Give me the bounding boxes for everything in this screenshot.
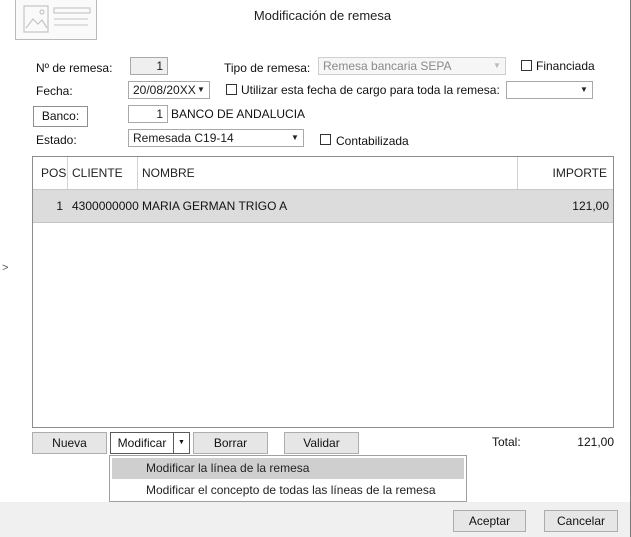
chevron-down-icon: ▼ bbox=[493, 61, 501, 70]
lines-grid[interactable]: POS CLIENTE NOMBRE IMPORTE 1 4300000000 … bbox=[32, 156, 614, 428]
financiada-label: Financiada bbox=[536, 59, 595, 73]
cell-importe: 121,00 bbox=[572, 199, 609, 213]
dialog-title: Modificación de remesa bbox=[253, 8, 392, 23]
chevron-down-icon[interactable]: ▼ bbox=[193, 82, 209, 98]
contabilizada-label: Contabilizada bbox=[336, 134, 409, 148]
aceptar-button[interactable]: Aceptar bbox=[453, 510, 526, 532]
dialog-footer bbox=[0, 502, 630, 537]
chevron-down-icon[interactable]: ▼ bbox=[287, 130, 303, 146]
total-value: 121,00 bbox=[577, 435, 614, 449]
validar-button[interactable]: Validar bbox=[284, 432, 359, 454]
estado-select[interactable]: Remesada C19-14 ▼ bbox=[128, 129, 304, 147]
chevron-right-icon[interactable]: > bbox=[2, 262, 8, 274]
column-divider[interactable] bbox=[517, 157, 518, 189]
banco-code-field[interactable]: 1 bbox=[128, 105, 168, 123]
cell-cliente: 4300000000 bbox=[72, 199, 139, 213]
nueva-button[interactable]: Nueva bbox=[32, 432, 107, 454]
table-row[interactable]: 1 4300000000 MARIA GERMAN TRIGO A 121,00 bbox=[33, 190, 613, 223]
utilizar-fecha-select[interactable]: ▼ bbox=[506, 81, 593, 99]
modificar-menu: Modificar la línea de la remesa Modifica… bbox=[109, 455, 467, 502]
utilizar-fecha-checkbox[interactable] bbox=[226, 84, 237, 95]
column-divider[interactable] bbox=[67, 157, 68, 189]
num-remesa-field[interactable]: 1 bbox=[130, 57, 168, 75]
chevron-down-icon[interactable]: ▼ bbox=[576, 82, 592, 98]
menu-item-modificar-concepto[interactable]: Modificar el concepto de todas las línea… bbox=[112, 480, 464, 501]
borrar-button[interactable]: Borrar bbox=[193, 432, 268, 454]
utilizar-fecha-label: Utilizar esta fecha de cargo para toda l… bbox=[241, 83, 500, 97]
estado-label: Estado: bbox=[36, 133, 77, 147]
tipo-remesa-label: Tipo de remesa: bbox=[224, 61, 311, 75]
modificar-button[interactable]: Modificar bbox=[110, 432, 174, 454]
contabilizada-checkbox[interactable] bbox=[320, 134, 331, 145]
num-remesa-label: Nº de remesa: bbox=[36, 61, 113, 75]
cancelar-button[interactable]: Cancelar bbox=[544, 510, 618, 532]
cell-nombre: MARIA GERMAN TRIGO A bbox=[142, 199, 288, 213]
tipo-remesa-select: Remesa bancaria SEPA ▼ bbox=[318, 57, 506, 75]
column-header-importe[interactable]: IMPORTE bbox=[553, 166, 607, 180]
tipo-remesa-value: Remesa bancaria SEPA bbox=[323, 59, 452, 73]
cell-pos: 1 bbox=[56, 199, 63, 213]
modificar-dropdown-button[interactable]: ▼ bbox=[173, 432, 190, 454]
fecha-label: Fecha: bbox=[36, 84, 73, 98]
fecha-picker[interactable]: 20/08/20XX ▼ bbox=[128, 81, 210, 99]
menu-item-modificar-linea[interactable]: Modificar la línea de la remesa bbox=[112, 458, 464, 479]
banco-button[interactable]: Banco: bbox=[33, 106, 88, 127]
column-divider[interactable] bbox=[137, 157, 138, 189]
grid-header: POS CLIENTE NOMBRE IMPORTE bbox=[33, 157, 613, 190]
banco-name: BANCO DE ANDALUCIA bbox=[171, 107, 306, 121]
estado-value: Remesada C19-14 bbox=[133, 131, 234, 145]
column-header-cliente[interactable]: CLIENTE bbox=[72, 166, 123, 180]
fecha-value: 20/08/20XX bbox=[133, 83, 196, 97]
chevron-down-icon: ▼ bbox=[178, 439, 185, 446]
column-header-nombre[interactable]: NOMBRE bbox=[142, 166, 195, 180]
total-label: Total: bbox=[492, 435, 521, 449]
financiada-checkbox[interactable] bbox=[521, 60, 532, 71]
column-header-pos[interactable]: POS bbox=[41, 166, 66, 180]
